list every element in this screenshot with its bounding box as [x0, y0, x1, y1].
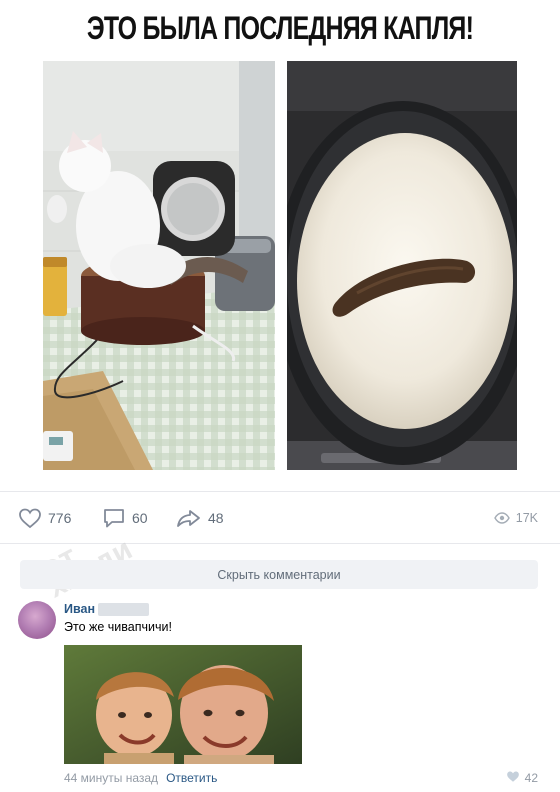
avatar[interactable]	[18, 601, 56, 639]
share-button[interactable]: 48	[176, 505, 224, 531]
divider	[0, 491, 560, 492]
comment-like-count: 42	[524, 771, 538, 785]
comment-image-two-boys[interactable]	[64, 645, 302, 764]
comment-author[interactable]: Иван	[64, 602, 95, 616]
photo-rice-in-cooker[interactable]	[287, 61, 517, 470]
comment-text: Это же чивапчичи!	[64, 620, 172, 634]
like-count: 776	[48, 510, 72, 526]
hide-comments-button[interactable]: Скрыть комментарии	[20, 560, 538, 589]
heart-icon	[18, 507, 42, 529]
heart-icon	[506, 770, 520, 786]
views-counter: 17K	[493, 505, 538, 531]
reply-button[interactable]: Ответить	[166, 771, 217, 785]
comment-like-button[interactable]: 42	[506, 770, 538, 786]
comment-meta: 44 минуты назад Ответить	[64, 771, 217, 785]
like-button[interactable]: 776	[18, 505, 71, 531]
post-actions-bar: 776 60 48 17K	[0, 505, 560, 531]
eye-icon	[493, 512, 510, 524]
views-count: 17K	[515, 511, 538, 525]
photo-cat-on-rice-cooker[interactable]	[43, 61, 275, 470]
share-arrow-icon	[176, 507, 202, 529]
comment-count: 60	[132, 510, 148, 526]
author-surname-blur	[98, 603, 149, 616]
share-count: 48	[208, 510, 224, 526]
post-headline: ЭТО БЫЛА ПОСЛЕДНЯЯ КАПЛЯ!	[86, 10, 474, 46]
comment-time[interactable]: 44 минуты назад	[64, 771, 158, 785]
